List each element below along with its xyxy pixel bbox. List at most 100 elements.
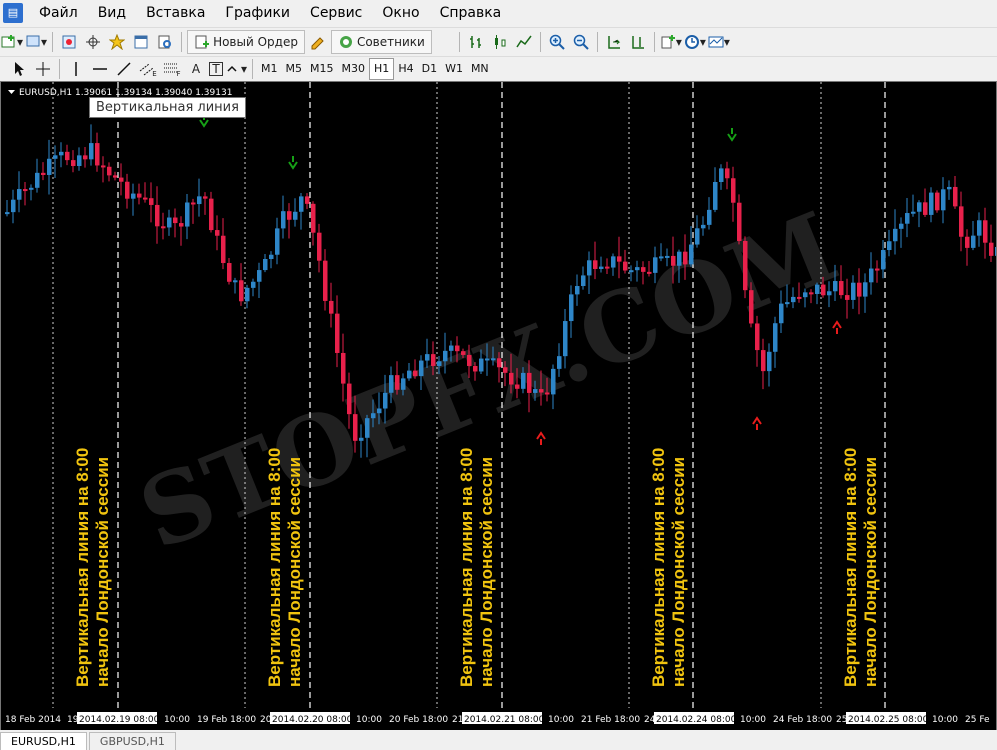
new-order-button[interactable]: Новый Ордер <box>187 30 305 54</box>
timeframe-h1[interactable]: H1 <box>369 58 395 80</box>
bear-candle <box>983 220 988 243</box>
bear-candle <box>119 177 124 182</box>
annotation-line2: начало Лондонской сессии <box>669 457 688 687</box>
bull-candle <box>77 155 82 167</box>
navigator-button[interactable] <box>106 31 128 53</box>
text-label-tool[interactable]: T <box>209 62 223 76</box>
bear-candle <box>725 168 730 179</box>
auto-scroll-button[interactable] <box>603 31 625 53</box>
timeframe-mn[interactable]: MN <box>467 59 493 79</box>
text-tool[interactable]: A <box>185 58 207 80</box>
time-axis-label: 10:00 <box>548 715 574 725</box>
bull-candle <box>557 356 562 369</box>
chart-window[interactable]: STOPFX.COM Вертикальная линия на 8:00 нач… <box>0 81 997 731</box>
time-axis-label: 18 Feb 2014 <box>5 715 61 725</box>
bear-candle <box>143 197 148 200</box>
bear-candle <box>221 235 226 264</box>
experts-button[interactable]: Советники <box>330 30 432 54</box>
bear-candle <box>353 414 358 441</box>
time-axis-label: 2014.02.24 08:00 <box>656 715 737 725</box>
bull-candle <box>665 255 670 258</box>
timeframe-m30[interactable]: M30 <box>338 59 370 79</box>
menu-insert[interactable]: Вставка <box>136 5 215 21</box>
bull-candle <box>629 270 634 273</box>
menu-tools[interactable]: Сервис <box>300 5 372 21</box>
market-watch-button[interactable] <box>58 31 80 53</box>
terminal-button[interactable] <box>130 31 152 53</box>
bear-candle <box>545 392 550 395</box>
chart-shift-button[interactable] <box>627 31 649 53</box>
bull-candle <box>359 437 364 441</box>
bull-candle <box>833 281 838 292</box>
separator <box>52 32 54 52</box>
zoom-out-button[interactable] <box>570 31 592 53</box>
fibonacci-tool[interactable]: F <box>161 58 183 80</box>
menu-help[interactable]: Справка <box>430 5 512 21</box>
time-axis-label: 21 <box>452 715 463 725</box>
buy-arrow-icon <box>832 320 842 334</box>
annotation-line1: Вертикальная линия на 8:00 <box>457 448 476 687</box>
timeframe-h4[interactable]: H4 <box>394 59 417 79</box>
indicators-button[interactable]: ▾ <box>660 31 682 53</box>
arrows-tool[interactable]: ▾ <box>225 58 247 80</box>
bear-candle <box>683 251 688 265</box>
menu-file[interactable]: Файл <box>29 5 88 21</box>
timeframe-d1[interactable]: D1 <box>418 59 441 79</box>
bear-candle <box>341 352 346 384</box>
bull-candle <box>371 413 376 419</box>
trendline-tool[interactable] <box>113 58 135 80</box>
timeframe-m1[interactable]: M1 <box>257 59 282 79</box>
equidistant-channel-tool[interactable]: E <box>137 58 159 80</box>
bear-candle <box>227 263 232 282</box>
annotation-line1: Вертикальная линия на 8:00 <box>649 448 668 687</box>
bear-candle <box>329 300 334 314</box>
data-window-button[interactable] <box>82 31 104 53</box>
bar-chart-button[interactable] <box>465 31 487 53</box>
price-chart[interactable]: STOPFX.COM Вертикальная линия на 8:00 нач… <box>1 82 997 731</box>
channel-tool-label: E <box>152 69 157 78</box>
zoom-in-button[interactable] <box>546 31 568 53</box>
bear-candle <box>323 260 328 301</box>
bull-candle <box>551 368 556 395</box>
separator <box>653 32 655 52</box>
tab-gbpusd[interactable]: GBPUSD,H1 <box>88 732 176 750</box>
separator <box>539 32 541 52</box>
line-chart-button[interactable] <box>513 31 535 53</box>
time-axis-label: 2014.02.25 08:00 <box>848 715 929 725</box>
bull-candle <box>479 358 484 372</box>
menu-window[interactable]: Окно <box>372 5 429 21</box>
bear-candle <box>107 166 112 176</box>
timeframe-w1[interactable]: W1 <box>441 59 467 79</box>
bull-candle <box>185 202 190 227</box>
candle-chart-button[interactable] <box>489 31 511 53</box>
horizontal-line-tool[interactable] <box>89 58 111 80</box>
profiles-button[interactable]: ▾ <box>25 31 47 53</box>
templates-button[interactable]: ▾ <box>708 31 730 53</box>
new-chart-button[interactable]: ▾ <box>1 31 23 53</box>
tab-eurusd[interactable]: EURUSD,H1 <box>0 732 87 750</box>
vertical-line-tool[interactable] <box>65 58 87 80</box>
bear-candle <box>989 242 994 256</box>
bear-candle <box>335 313 340 353</box>
sell-arrow-icon <box>727 128 737 142</box>
metaeditor-button[interactable] <box>307 31 329 53</box>
timeframe-m15[interactable]: M15 <box>306 59 338 79</box>
periods-button[interactable]: ▾ <box>684 31 706 53</box>
tester-button[interactable] <box>154 31 176 53</box>
menu-view[interactable]: Вид <box>88 5 136 21</box>
bear-candle <box>821 284 826 296</box>
bull-candle <box>941 189 946 211</box>
crosshair-tool[interactable] <box>32 58 54 80</box>
bear-candle <box>731 178 736 203</box>
bear-candle <box>413 370 418 377</box>
bull-candle <box>893 228 898 242</box>
bull-candle <box>569 294 574 322</box>
bull-candle <box>779 303 784 324</box>
cursor-tool[interactable] <box>8 58 30 80</box>
timeframe-m5[interactable]: M5 <box>282 59 307 79</box>
buy-arrow-icon <box>536 431 546 445</box>
bull-candle <box>689 244 694 265</box>
menu-charts[interactable]: Графики <box>215 5 300 21</box>
bull-candle <box>653 257 658 273</box>
bull-candle <box>785 302 790 305</box>
